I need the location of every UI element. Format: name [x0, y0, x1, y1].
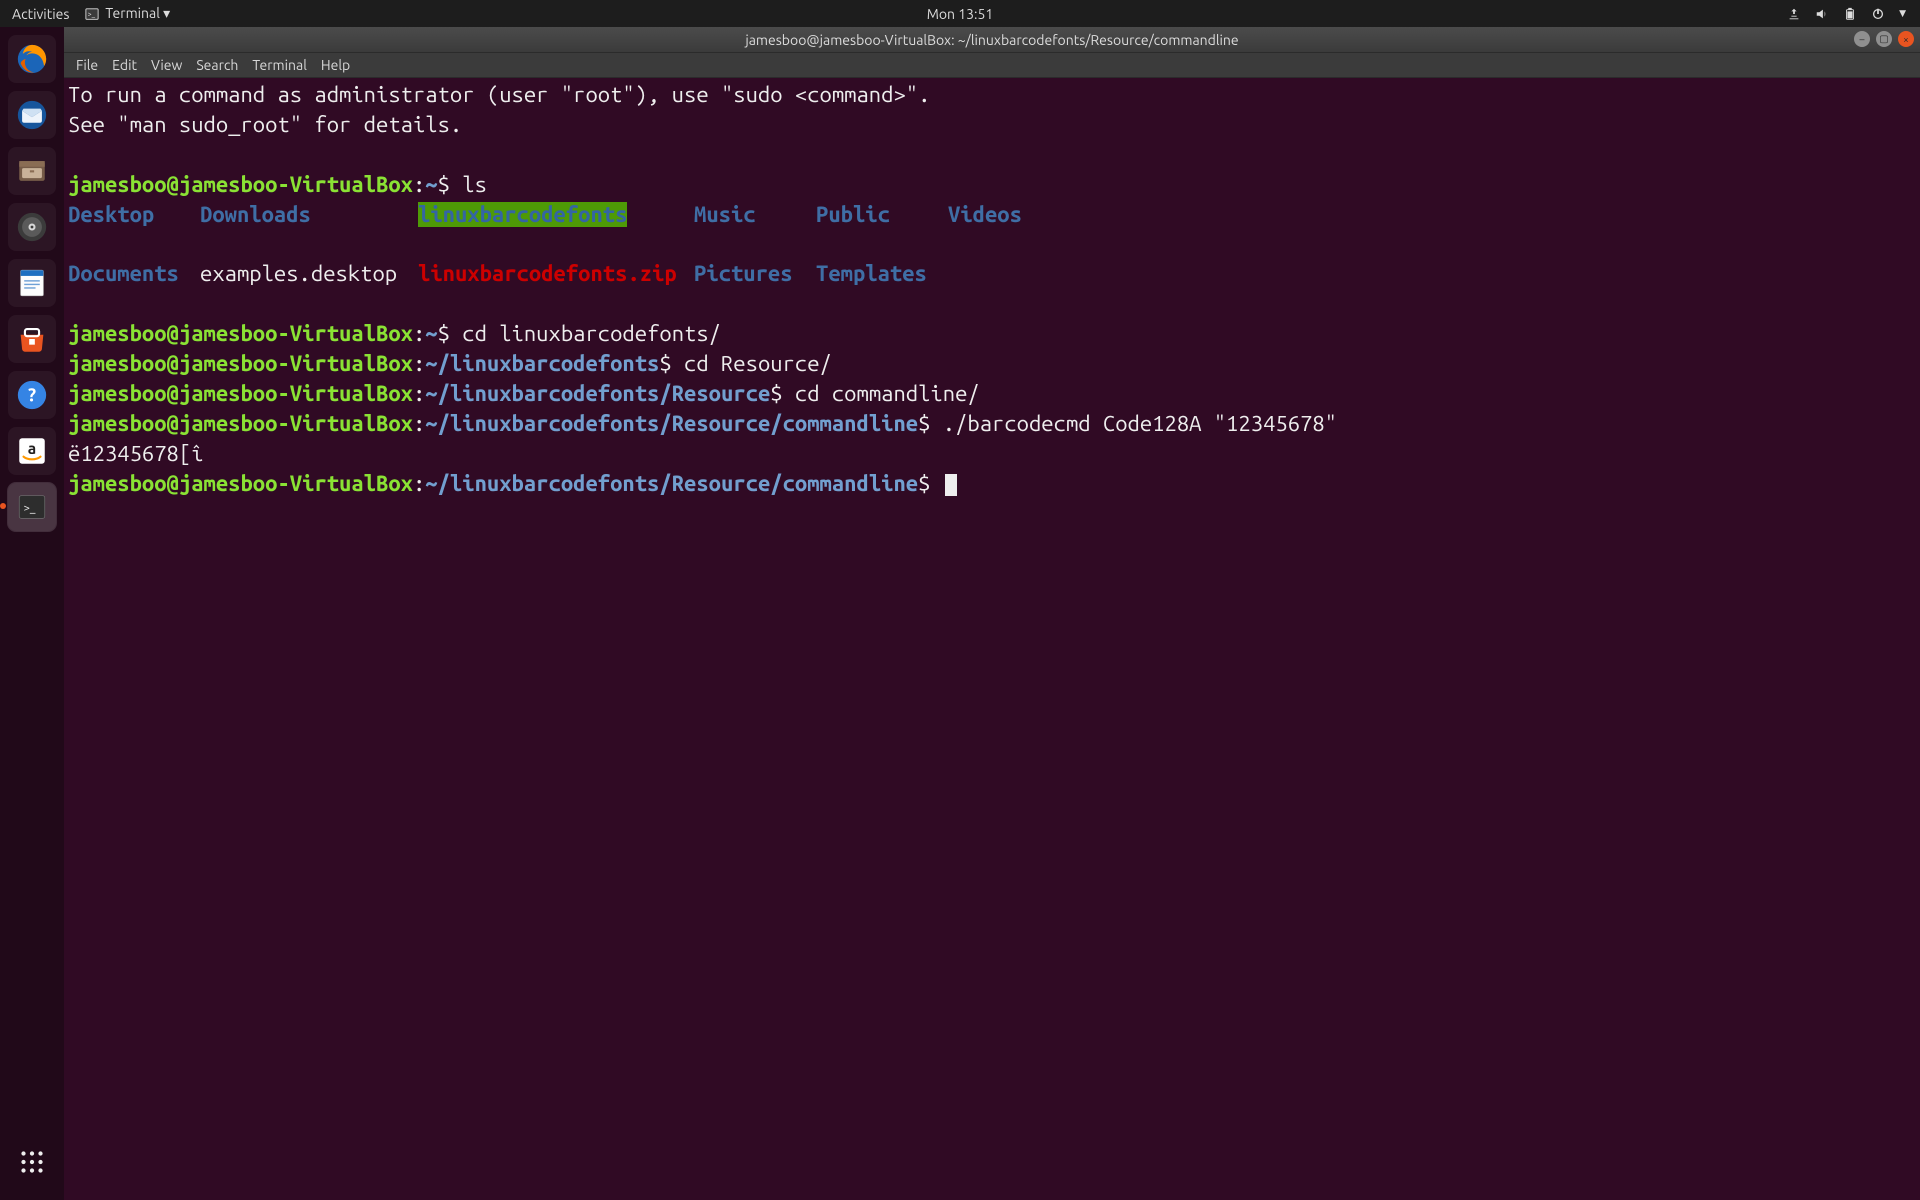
rhythmbox-icon: [15, 210, 49, 244]
ubuntu-dock: ? a >_: [0, 27, 64, 1200]
banner-line-2: See "man sudo_root" for details.: [68, 112, 462, 137]
terminal-body[interactable]: To run a command as administrator (user …: [64, 78, 1920, 1200]
prompt-user: jamesboo@jamesboo-VirtualBox: [68, 411, 413, 436]
terminal-small-icon: >_: [85, 7, 99, 21]
prompt-pwd-current: ~/linuxbarcodefonts/Resource/commandline: [425, 471, 918, 496]
window-minimize-button[interactable]: –: [1854, 31, 1870, 47]
prompt-user: jamesboo@jamesboo-VirtualBox: [68, 471, 413, 496]
dock-files[interactable]: [8, 147, 56, 195]
ls-examples-desktop: examples.desktop: [200, 259, 418, 289]
ls-music: Music: [694, 200, 816, 230]
cmd-ls: ls: [462, 172, 487, 197]
dock-firefox[interactable]: [8, 35, 56, 83]
prompt-pwd: ~/linuxbarcodefonts/Resource/commandline: [425, 411, 918, 436]
prompt-user: jamesboo@jamesboo-VirtualBox: [68, 321, 413, 346]
window-controls: – ▢ ×: [1854, 31, 1914, 47]
software-icon: [15, 322, 49, 356]
show-applications-button[interactable]: [8, 1138, 56, 1186]
terminal-window: jamesboo@jamesboo-VirtualBox: ~/linuxbar…: [64, 27, 1920, 1200]
terminal-menubar: File Edit View Search Terminal Help: [64, 53, 1920, 78]
battery-icon: [1843, 7, 1857, 21]
ls-desktop: Desktop: [68, 200, 200, 230]
ls-row-1: DesktopDownloadslinuxbarcodefontsMusicPu…: [68, 200, 1916, 230]
window-close-button[interactable]: ×: [1898, 31, 1914, 47]
activities-button[interactable]: Activities: [12, 6, 69, 22]
terminal-titlebar[interactable]: jamesboo@jamesboo-VirtualBox: ~/linuxbar…: [64, 27, 1920, 53]
menu-edit[interactable]: Edit: [112, 57, 137, 73]
ls-public: Public: [816, 200, 948, 230]
help-icon: ?: [15, 378, 49, 412]
dock-libreoffice-writer[interactable]: [8, 259, 56, 307]
ls-pictures: Pictures: [694, 259, 816, 289]
dock-amazon[interactable]: a: [8, 427, 56, 475]
amazon-icon: a: [15, 434, 49, 468]
banner-line-1: To run a command as administrator (user …: [68, 82, 930, 107]
dock-ubuntu-software[interactable]: [8, 315, 56, 363]
ls-documents: Documents: [68, 259, 200, 289]
prompt-pwd: ~: [425, 321, 437, 346]
menu-view[interactable]: View: [151, 57, 182, 73]
power-icon: [1871, 7, 1885, 21]
ls-row-2: Documentsexamples.desktoplinuxbarcodefon…: [68, 259, 1916, 289]
menu-file[interactable]: File: [76, 57, 98, 73]
dock-rhythmbox[interactable]: [8, 203, 56, 251]
chevron-down-icon: ▼: [1899, 9, 1906, 18]
svg-text:>_: >_: [88, 10, 96, 18]
cmd-cd-2: cd Resource/: [684, 351, 832, 376]
ls-linuxbarcodefonts: linuxbarcodefonts: [418, 200, 694, 230]
thunderbird-icon: [15, 98, 49, 132]
menu-search[interactable]: Search: [196, 57, 238, 73]
firefox-icon: [15, 42, 49, 76]
svg-text:>_: >_: [24, 501, 36, 514]
prompt-pwd: ~/linuxbarcodefonts/Resource: [425, 381, 770, 406]
window-maximize-button[interactable]: ▢: [1876, 31, 1892, 47]
ls-templates: Templates: [816, 259, 948, 289]
menu-help[interactable]: Help: [321, 57, 350, 73]
prompt-user: jamesboo@jamesboo-VirtualBox: [68, 381, 413, 406]
gnome-top-panel: Activities >_ Terminal ▾ Mon 13:51 ▼: [0, 0, 1920, 27]
active-app-label: Terminal ▾: [105, 5, 170, 22]
menu-terminal[interactable]: Terminal: [252, 57, 307, 73]
cmd-cd-3: cd commandline/: [795, 381, 980, 406]
prompt-pwd: ~/linuxbarcodefonts: [425, 351, 659, 376]
prompt-pwd: ~: [425, 172, 437, 197]
volume-icon: [1815, 7, 1829, 21]
ls-zip: linuxbarcodefonts.zip: [418, 259, 694, 289]
cmd-cd-1: cd linuxbarcodefonts/: [462, 321, 721, 346]
terminal-icon: >_: [15, 490, 49, 524]
files-icon: [15, 154, 49, 188]
terminal-title: jamesboo@jamesboo-VirtualBox: ~/linuxbar…: [745, 32, 1238, 48]
prompt-user: jamesboo@jamesboo-VirtualBox: [68, 172, 413, 197]
writer-icon: [15, 266, 49, 300]
ls-videos: Videos: [948, 200, 1038, 230]
apps-grid-icon: [15, 1145, 49, 1179]
system-status-area[interactable]: ▼: [1787, 7, 1920, 21]
terminal-cursor: [945, 474, 957, 496]
svg-text:?: ?: [28, 385, 36, 405]
dock-thunderbird[interactable]: [8, 91, 56, 139]
svg-text:a: a: [28, 439, 36, 457]
barcode-output: ë12345678[î: [68, 441, 204, 466]
prompt-user: jamesboo@jamesboo-VirtualBox: [68, 351, 413, 376]
ls-downloads: Downloads: [200, 200, 418, 230]
dock-terminal[interactable]: >_: [8, 483, 56, 531]
active-app-menu[interactable]: >_ Terminal ▾: [85, 5, 170, 22]
network-icon: [1787, 7, 1801, 21]
clock[interactable]: Mon 13:51: [927, 6, 994, 22]
cmd-barcode: ./barcodecmd Code128A "12345678": [943, 411, 1337, 436]
dock-help[interactable]: ?: [8, 371, 56, 419]
